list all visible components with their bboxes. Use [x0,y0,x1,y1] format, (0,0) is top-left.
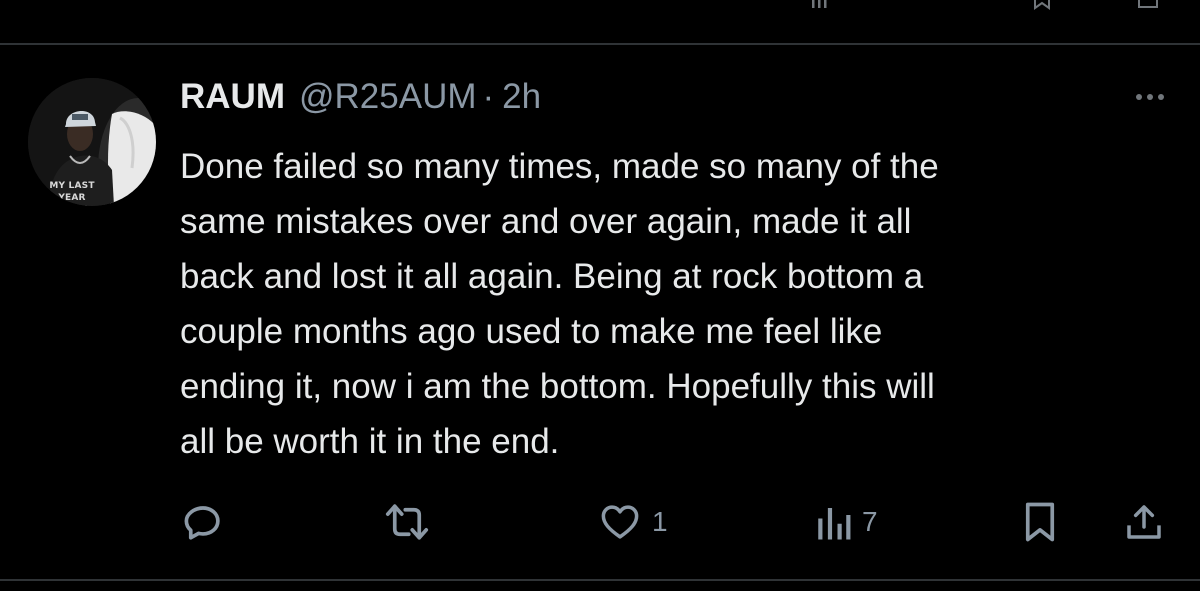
analytics-icon[interactable] [808,0,832,10]
bookmark-icon[interactable] [1030,0,1054,10]
analytics-icon [818,508,851,540]
previous-tweet-action-bar [0,0,1200,44]
bookmark-icon [1025,502,1055,542]
views-button[interactable]: 7 [816,500,878,544]
tweet[interactable]: MY LAST YEAR BEING BROKE RAUM @R25AUM · … [0,45,1200,579]
separator-dot: · [482,77,495,116]
avatar[interactable]: MY LAST YEAR BEING BROKE [28,78,156,206]
like-button[interactable]: 1 [598,500,668,544]
retweet-button[interactable] [384,500,430,544]
timestamp[interactable]: 2h [502,77,541,117]
tweet-text: Done failed so many times, made so many … [180,147,939,461]
bookmark-button[interactable] [1022,500,1058,544]
divider [0,579,1200,581]
reply-button[interactable] [182,500,224,544]
more-dot [1158,94,1164,100]
share-icon [1127,505,1161,539]
retweet-icon [385,504,429,540]
share-icon[interactable] [1136,0,1160,10]
display-name[interactable]: RAUM [180,77,285,117]
like-count: 1 [652,506,668,537]
reply-icon [184,506,220,540]
tweet-header: RAUM @R25AUM · 2h [180,77,541,121]
more-dot [1136,94,1142,100]
user-handle[interactable]: @R25AUM [299,77,477,117]
tweet-action-bar: 1 7 [0,500,1200,544]
views-count: 7 [862,506,878,537]
more-options-button[interactable] [1128,85,1172,109]
heart-icon [601,505,639,539]
avatar-caption: MY LAST YEAR BEING BROKE [49,181,95,206]
more-dot [1147,94,1153,100]
share-button[interactable] [1124,500,1164,544]
